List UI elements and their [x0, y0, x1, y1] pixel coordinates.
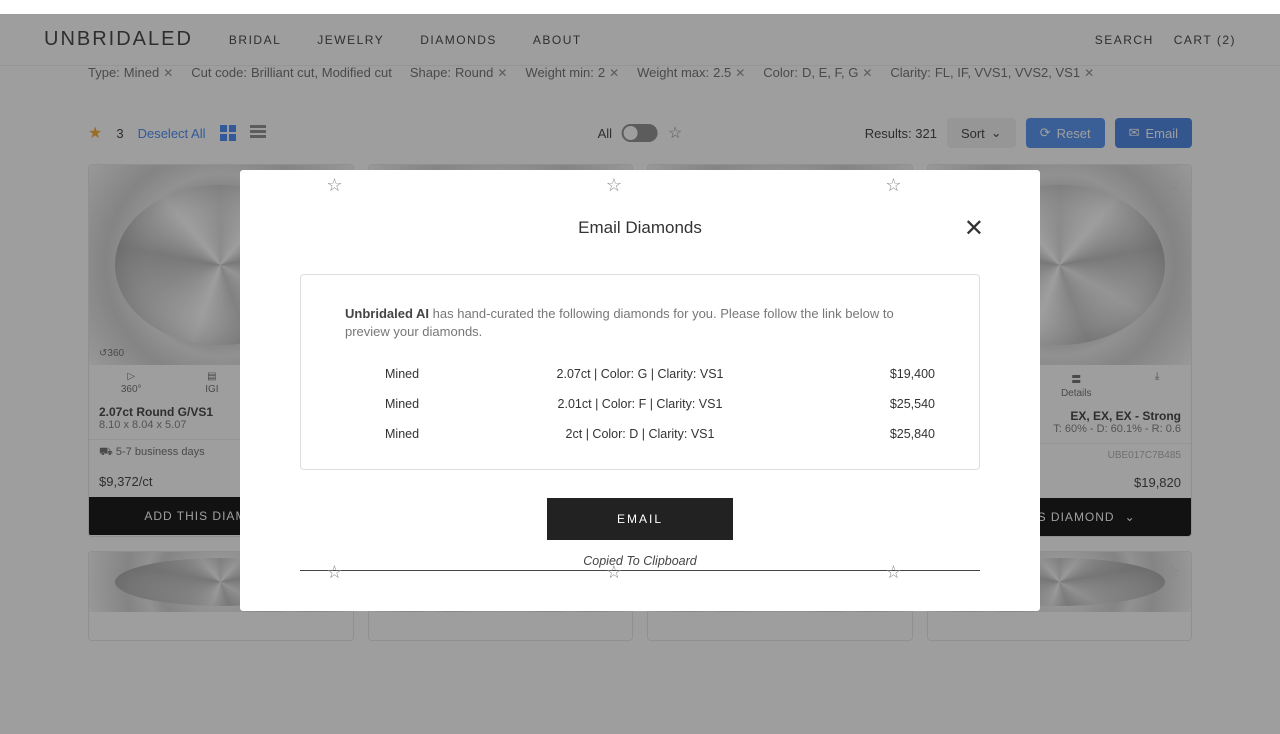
modal-overlay[interactable]: Email Diamonds ✕ Unbridaled AI has hand-… — [0, 14, 1280, 734]
close-icon[interactable]: ✕ — [964, 214, 984, 243]
email-diamonds-modal: Email Diamonds ✕ Unbridaled AI has hand-… — [240, 170, 1040, 611]
favorite-icon[interactable]: ☆ — [885, 562, 901, 583]
favorite-icon[interactable]: ☆ — [606, 562, 622, 583]
modal-intro: Unbridaled AI has hand-curated the follo… — [345, 305, 935, 341]
favorite-icon[interactable]: ☆ — [1165, 562, 1181, 583]
modal-content: Unbridaled AI has hand-curated the follo… — [300, 274, 980, 470]
modal-row: Mined 2.01ct | Color: F | Clarity: VS1 $… — [345, 389, 935, 419]
modal-actions: EMAIL Copied To Clipboard — [300, 498, 980, 571]
modal-row: Mined 2ct | Color: D | Clarity: VS1 $25,… — [345, 419, 935, 449]
favorite-icon[interactable]: ☆ — [326, 562, 342, 583]
modal-email-button[interactable]: EMAIL — [547, 498, 733, 540]
favorite-icon[interactable]: ☆ — [1165, 175, 1181, 196]
modal-title: Email Diamonds — [300, 218, 980, 238]
favorite-icon[interactable]: ☆ — [885, 175, 901, 196]
favorite-icon[interactable]: ☆ — [326, 175, 342, 196]
favorite-icon[interactable]: ☆ — [606, 175, 622, 196]
modal-row: Mined 2.07ct | Color: G | Clarity: VS1 $… — [345, 359, 935, 389]
copied-to-clipboard[interactable]: Copied To Clipboard — [300, 554, 980, 571]
